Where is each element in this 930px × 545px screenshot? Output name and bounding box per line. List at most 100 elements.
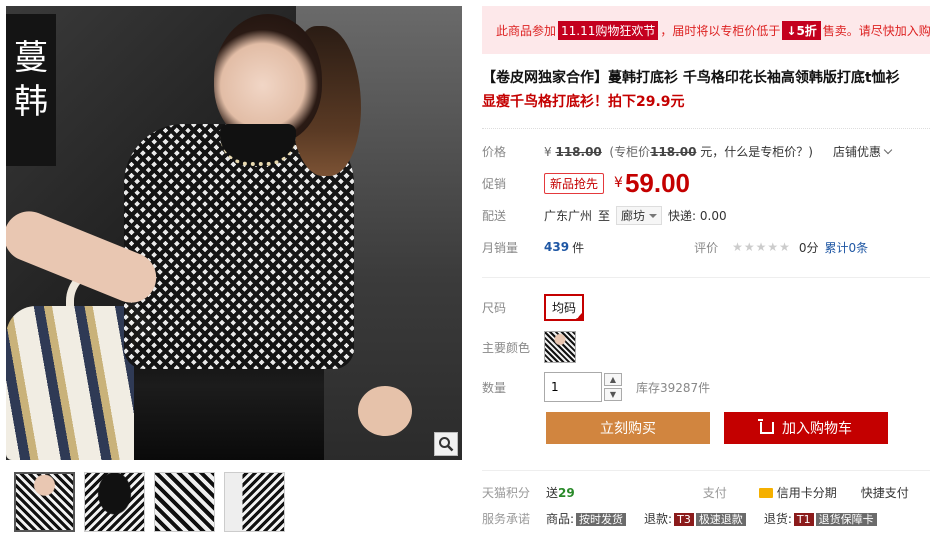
monthly-sales-label: 月销量 <box>482 240 519 255</box>
size-label: 尺码 <box>482 300 507 315</box>
quick-pay[interactable]: 快捷支付 <box>861 484 909 501</box>
shipping-row: 配送 广东广州 至 廊坊 快递: 0.00 <box>482 199 930 231</box>
promo-banner: 此商品参加 11.11购物狂欢节 ，届时将以专柜价低于 ↓5折 售卖。请尽快加入… <box>482 6 930 54</box>
quantity-input[interactable] <box>544 372 602 402</box>
counter-price-note-prefix: (专柜价 <box>609 144 651 159</box>
color-row: 主要颜色 <box>482 330 930 364</box>
thumbnail-2[interactable] <box>84 472 145 532</box>
service-return-prefix: 退货: <box>763 511 792 526</box>
promo-currency: ¥ <box>614 175 623 191</box>
review-label: 评价 <box>694 240 719 255</box>
shipping-label: 配送 <box>482 208 507 223</box>
original-price: ¥ 118.00 (专柜价118.00 元，什么是专柜价？) <box>544 143 813 160</box>
stock-count: 库存39287件 <box>636 380 711 395</box>
product-info: 此商品参加 11.11购物狂欢节 ，届时将以专柜价低于 ↓5折 售卖。请尽快加入… <box>482 6 930 531</box>
new-arrival-badge: 新品抢先 <box>544 172 605 194</box>
product-page: 蔓 韩 此商品参加 11.11购物狂欢节 ，届时将以专柜价低于 ↓5折 售卖。请… <box>0 0 930 545</box>
express-fee: 快递: 0.00 <box>668 208 727 223</box>
add-to-cart-button[interactable]: 加入购物车 <box>724 412 888 444</box>
promo-price: 59.00 <box>624 167 691 198</box>
thumbnail-4[interactable] <box>224 472 285 532</box>
ship-to-word: 至 <box>598 208 611 223</box>
ship-from: 广东广州 <box>544 208 593 223</box>
points-label: 天猫积分 <box>482 485 531 500</box>
chevron-down-icon <box>883 145 893 154</box>
promo-middle: ，届时将以专柜价低于 <box>660 23 781 38</box>
points-pay-row: 天猫积分 送29 支付 信用卡分期 快捷支付 <box>482 479 930 505</box>
service-return-code: T1 <box>793 512 814 526</box>
sales-row: 月销量 439 件 评价 ★★★★★ 0分 累计0条 <box>482 231 930 263</box>
cart-icon <box>758 419 774 434</box>
color-label: 主要颜色 <box>482 340 531 355</box>
original-price-currency: ¥ <box>544 144 552 159</box>
quantity-decrease-button[interactable]: ▼ <box>604 388 622 401</box>
thumbnail-strip <box>14 472 462 532</box>
promo-price-label: 促销 <box>482 176 507 191</box>
action-buttons: 立刻购买 加入购物车 <box>546 412 930 444</box>
monthly-sales-unit: 件 <box>572 240 585 255</box>
price-block: 价格 ¥ 118.00 (专柜价118.00 元，什么是专柜价？) 店铺优惠 促… <box>482 128 930 263</box>
brand-tag: 蔓 韩 <box>6 14 56 166</box>
photo-hand <box>358 386 412 436</box>
promo-prefix: 此商品参加 <box>496 23 557 38</box>
service-label: 服务承诺 <box>482 511 531 526</box>
service-footer: 天猫积分 送29 支付 信用卡分期 快捷支付 服务承诺 商品: 按时发货 退款: T… <box>482 470 930 531</box>
service-item-refund: 退款: T3 极速退款 <box>644 510 746 527</box>
zoom-button[interactable] <box>434 432 458 456</box>
credit-card-icon <box>758 488 773 498</box>
brand-char-1: 蔓 <box>14 38 48 78</box>
quantity-label: 数量 <box>482 380 507 395</box>
installment-pay[interactable]: 信用卡分期 <box>758 484 837 501</box>
buy-now-button[interactable]: 立刻购买 <box>546 412 710 444</box>
promo-event-tag[interactable]: 11.11购物狂欢节 <box>558 20 659 40</box>
original-price-value: 118.00 <box>555 144 602 159</box>
promo-price-row: 促销 新品抢先 ¥ 59.00 <box>482 167 930 199</box>
price-label: 价格 <box>482 144 507 159</box>
promo-suffix: 售卖。请尽快加入购物车 <box>822 23 930 38</box>
quantity-increase-button[interactable]: ▲ <box>604 373 622 386</box>
size-option-onesize[interactable]: 均码 ✓ <box>544 293 585 321</box>
service-row: 服务承诺 商品: 按时发货 退款: T3 极速退款 退货: T1 退货保障卡 <box>482 505 930 531</box>
quantity-stepper: ▲ ▼ <box>604 373 622 401</box>
service-refund-prefix: 退款: <box>644 511 673 526</box>
review-count-link[interactable]: 累计0条 <box>825 239 869 256</box>
main-product-photo[interactable]: 蔓 韩 <box>6 6 462 460</box>
checkmark-icon: ✓ <box>575 311 583 321</box>
shop-discount-dropdown[interactable]: 店铺优惠 <box>832 143 893 160</box>
monthly-sales-count: 439 <box>544 240 570 254</box>
options-block: 尺码 均码 ✓ 主要颜色 数量 ▲ ▼ 库存39287件 立刻 <box>482 277 930 444</box>
pay-label: 支付 <box>702 485 727 500</box>
service-shipping-tag: 按时发货 <box>576 512 627 526</box>
service-item-return: 退货: T1 退货保障卡 <box>764 510 877 527</box>
installment-label: 信用卡分期 <box>776 485 837 500</box>
size-option-label: 均码 <box>552 300 577 315</box>
color-swatch-houndstooth[interactable] <box>544 331 576 363</box>
title-line-1: 【卷皮网独家合作】蔓韩打底衫 千鸟格印花长袖高领韩版打底t恤衫 <box>482 70 900 86</box>
price-row: 价格 ¥ 118.00 (专柜价118.00 元，什么是专柜价？) 店铺优惠 <box>482 135 930 167</box>
quantity-row: 数量 ▲ ▼ 库存39287件 <box>482 370 930 404</box>
points-number: 29 <box>558 485 575 500</box>
destination-select[interactable]: 廊坊 <box>616 205 663 225</box>
thumbnail-3[interactable] <box>154 472 215 532</box>
product-title: 【卷皮网独家合作】蔓韩打底衫 千鸟格印花长袖高领韩版打底t恤衫 显瘦千鸟格打底衫… <box>482 66 930 114</box>
service-item-shipping: 商品: 按时发货 <box>546 510 627 527</box>
size-row: 尺码 均码 ✓ <box>482 290 930 324</box>
rating-stars: ★★★★★ <box>732 240 791 254</box>
promo-discount: ↓5折 <box>782 20 821 40</box>
counter-price-value: 118.00 <box>650 144 697 159</box>
counter-price-help-link[interactable]: 元，什么是专柜价？) <box>700 145 813 159</box>
points-prefix: 送 <box>546 485 559 500</box>
title-line-2: 显瘦千鸟格打底衫！拍下29.9元 <box>482 94 685 110</box>
magnifier-icon <box>439 437 454 452</box>
service-return-tag: 退货保障卡 <box>815 512 877 526</box>
service-refund-tag: 极速退款 <box>695 512 746 526</box>
rating-score: 0分 <box>798 240 819 255</box>
thumbnail-1[interactable] <box>14 472 75 532</box>
service-shipping-prefix: 商品: <box>546 511 575 526</box>
points-value: 送29 <box>546 484 575 501</box>
shop-discount-label: 店铺优惠 <box>832 144 881 159</box>
product-gallery: 蔓 韩 <box>6 6 462 532</box>
brand-char-2: 韩 <box>14 82 48 122</box>
add-to-cart-label: 加入购物车 <box>782 421 852 437</box>
service-refund-code: T3 <box>674 512 694 526</box>
